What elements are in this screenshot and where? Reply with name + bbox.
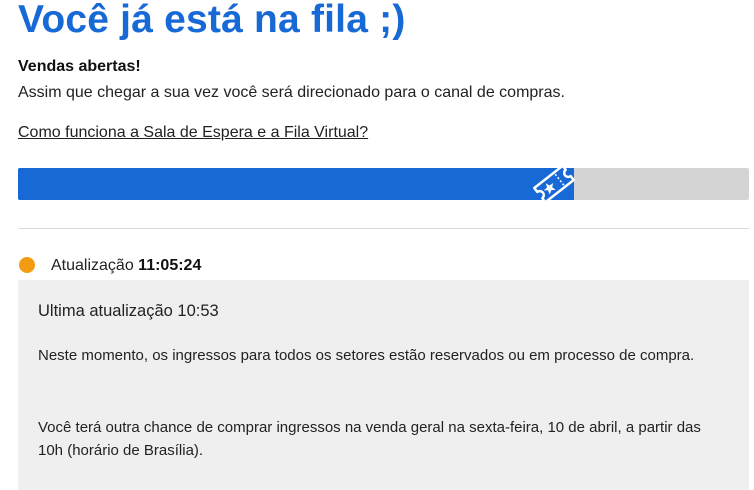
page-title: Você já está na fila ;) (18, 0, 406, 41)
status-indicator-dot (19, 257, 35, 273)
waiting-room-help-link[interactable]: Como funciona a Sala de Espera e a Fila … (18, 124, 368, 142)
last-update-text: Ultima atualização 10:53 (38, 302, 219, 320)
queue-description: Assim que chegar a sua vez você será dir… (18, 84, 565, 101)
info-panel: Ultima atualização 10:53 Neste momento, … (18, 280, 749, 490)
section-divider (18, 228, 749, 229)
queue-progress-fill (18, 168, 574, 200)
sales-open-heading: Vendas abertas! (18, 58, 141, 75)
ticket-icon (532, 164, 575, 204)
update-status: Atualização 11:05:24 (51, 257, 201, 275)
update-label: Atualização (51, 257, 134, 274)
info-paragraph-reserved: Neste momento, os ingressos para todos o… (38, 347, 695, 364)
queue-progress-bar (18, 164, 749, 204)
info-paragraph-next-chance: Você terá outra chance de comprar ingres… (38, 419, 701, 459)
update-time: 11:05:24 (138, 257, 202, 274)
